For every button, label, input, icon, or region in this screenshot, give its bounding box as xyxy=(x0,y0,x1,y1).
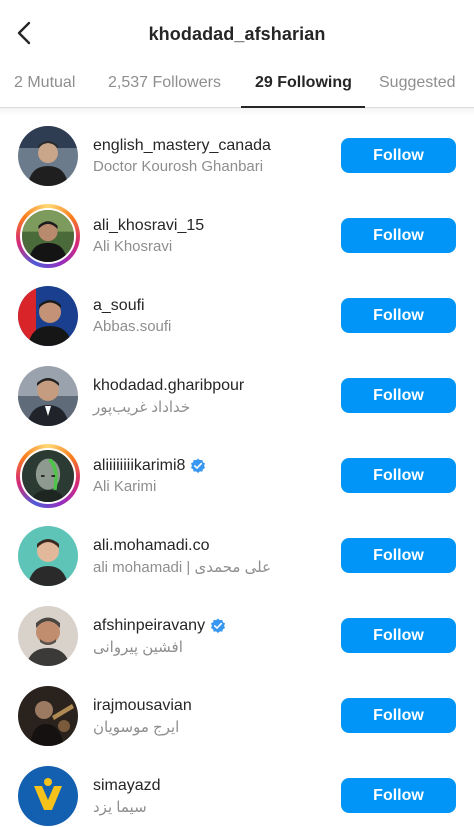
profile-photo xyxy=(22,450,74,502)
username[interactable]: irajmousavian xyxy=(93,697,192,715)
username[interactable]: khodadad.gharibpour xyxy=(93,377,244,395)
verified-badge-icon xyxy=(190,458,206,474)
display-name: ایرج موسویان xyxy=(93,719,180,736)
username[interactable]: ali.mohamadi.co xyxy=(93,537,210,555)
username[interactable]: afshinpeiravany xyxy=(93,617,226,635)
display-name: Ali Khosravi xyxy=(93,238,173,255)
follow-button[interactable]: Follow xyxy=(341,458,456,493)
display-name: Doctor Kourosh Ghanbari xyxy=(93,158,264,175)
top-bar: khodadad_afsharian xyxy=(0,0,474,62)
username[interactable]: aliiiiiiiikarimi8 xyxy=(93,457,206,475)
avatar[interactable] xyxy=(16,124,80,188)
profile-photo xyxy=(22,210,74,262)
username[interactable]: english_mastery_canada xyxy=(93,137,271,155)
avatar[interactable] xyxy=(16,204,80,268)
profile-photo xyxy=(18,606,78,666)
profile-photo xyxy=(18,286,78,346)
display-name: ali mohamadi | علی محمدی xyxy=(93,559,272,576)
follow-button[interactable]: Follow xyxy=(341,138,456,173)
avatar[interactable] xyxy=(16,284,80,348)
display-name: Ali Karimi xyxy=(93,478,157,495)
avatar[interactable] xyxy=(16,444,80,508)
profile-photo xyxy=(18,526,78,586)
display-name: افشین پیروانی xyxy=(93,639,183,656)
display-name: خداداد غریب‌پور xyxy=(93,399,191,416)
tab-mutual[interactable]: 2 Mutual xyxy=(14,74,75,92)
avatar[interactable] xyxy=(16,764,80,827)
avatar[interactable] xyxy=(16,684,80,748)
list-item[interactable]: khodadad.gharibpour خداداد غریب‌پور Foll… xyxy=(0,356,474,435)
follow-button[interactable]: Follow xyxy=(341,698,456,733)
follow-button[interactable]: Follow xyxy=(341,378,456,413)
list-item[interactable]: simayazd سیما یزد Follow xyxy=(0,756,474,827)
avatar[interactable] xyxy=(16,524,80,588)
tab-following[interactable]: 29 Following xyxy=(255,74,352,92)
tab-followers[interactable]: 2,537 Followers xyxy=(108,74,221,92)
display-name: Abbas.soufi xyxy=(93,318,172,335)
profile-photo xyxy=(18,366,78,426)
profile-photo xyxy=(18,686,78,746)
profile-photo xyxy=(18,126,78,186)
display-name: سیما یزد xyxy=(93,799,147,816)
avatar[interactable] xyxy=(16,364,80,428)
follow-button[interactable]: Follow xyxy=(341,778,456,813)
follow-button[interactable]: Follow xyxy=(341,538,456,573)
simayazd-logo xyxy=(18,766,78,826)
tab-bar: 2 Mutual 2,537 Followers 29 Following Su… xyxy=(0,62,474,108)
follow-button[interactable]: Follow xyxy=(341,298,456,333)
avatar[interactable] xyxy=(16,604,80,668)
list-item[interactable]: ali.mohamadi.co ali mohamadi | علی محمدی… xyxy=(0,516,474,595)
list-item[interactable]: ali_khosravi_15 Ali Khosravi Follow xyxy=(0,196,474,275)
divider xyxy=(0,108,474,116)
username[interactable]: simayazd xyxy=(93,777,161,795)
list-item[interactable]: english_mastery_canada Doctor Kourosh Gh… xyxy=(0,116,474,195)
list-item[interactable]: aliiiiiiiikarimi8 Ali Karimi Follow xyxy=(0,436,474,515)
tab-suggested[interactable]: Suggested xyxy=(379,74,456,92)
list-item[interactable]: afshinpeiravany افشین پیروانی Follow xyxy=(0,596,474,675)
username[interactable]: ali_khosravi_15 xyxy=(93,217,204,235)
username[interactable]: a_soufi xyxy=(93,297,145,315)
follow-button[interactable]: Follow xyxy=(341,618,456,653)
list-item[interactable]: irajmousavian ایرج موسویان Follow xyxy=(0,676,474,755)
follow-button[interactable]: Follow xyxy=(341,218,456,253)
page-title: khodadad_afsharian xyxy=(148,24,326,44)
list-item[interactable]: a_soufi Abbas.soufi Follow xyxy=(0,276,474,355)
verified-badge-icon xyxy=(210,618,226,634)
